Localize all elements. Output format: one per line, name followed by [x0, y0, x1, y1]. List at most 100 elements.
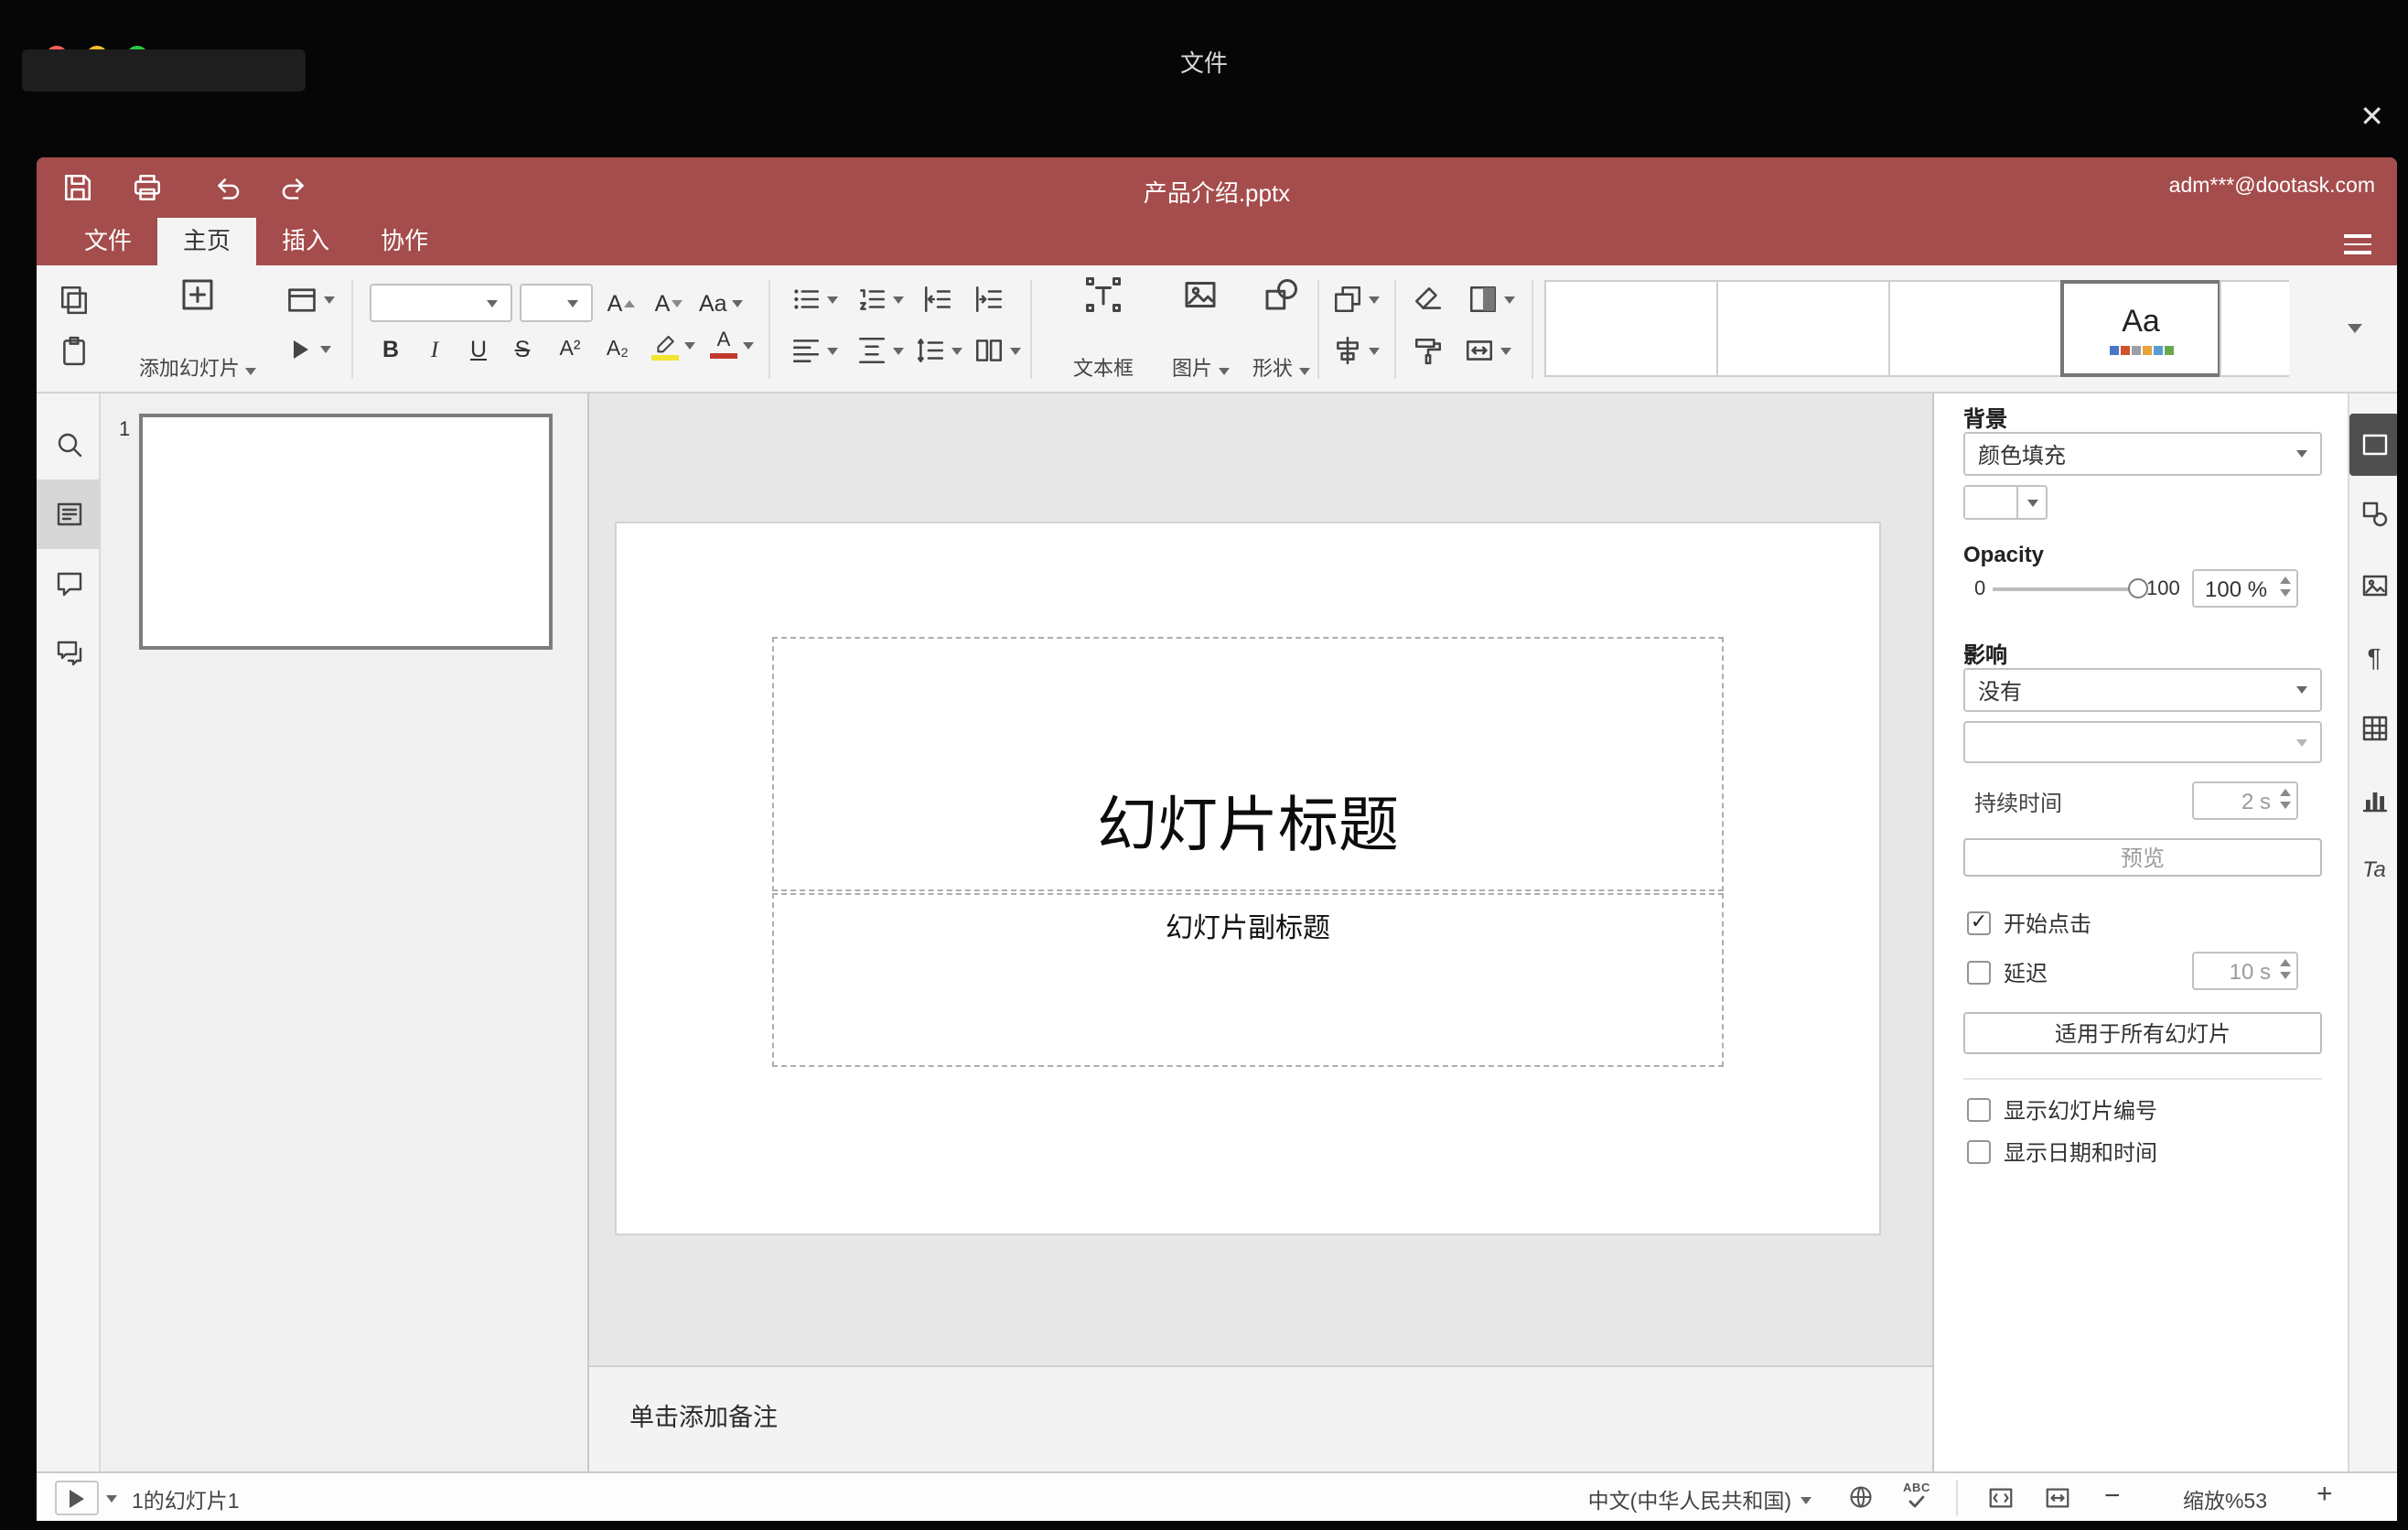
spellcheck-icon[interactable]: ABC [1903, 1482, 1930, 1508]
horizontal-align-button[interactable] [790, 335, 838, 366]
opacity-slider-knob[interactable] [2128, 578, 2148, 598]
delay-checkbox[interactable]: 延迟 [1967, 957, 2048, 988]
strikeout-button[interactable]: S [505, 331, 540, 368]
screen: 文件 ✕ 产品介绍.pptx adm***@dootask.com 文件 主页 [0, 0, 2408, 1530]
numbering-button[interactable] [856, 284, 904, 315]
spinner-arrows-icon[interactable] [2280, 959, 2291, 979]
font-size-select[interactable] [520, 284, 593, 322]
slides-panel-icon[interactable] [37, 479, 101, 549]
start-preview-button[interactable] [55, 1481, 99, 1515]
italic-button[interactable]: I [417, 331, 452, 368]
change-case-button[interactable]: Aa [699, 286, 744, 322]
theme-option-selected[interactable]: Aa [2060, 280, 2221, 377]
apply-to-all-slides-button[interactable]: 适用于所有幻灯片 [1963, 1012, 2322, 1054]
background-label: 背景 [1963, 406, 2008, 432]
arrange-shapes-button[interactable] [1332, 284, 1380, 315]
superscript-button[interactable]: A² [553, 331, 587, 368]
set-language-icon[interactable] [1848, 1484, 1874, 1510]
preview-button[interactable]: 预览 [1963, 838, 2322, 877]
spinner-arrows-icon[interactable] [2280, 789, 2291, 809]
account-label[interactable]: adm***@dootask.com [2169, 176, 2375, 198]
document-filename[interactable]: 产品介绍.pptx [37, 174, 2397, 209]
increase-indent-icon[interactable] [973, 284, 1005, 315]
theme-option[interactable] [2220, 280, 2289, 377]
tab-file[interactable]: 文件 [59, 218, 157, 265]
bold-button[interactable]: B [373, 331, 408, 368]
table-settings-icon[interactable] [2349, 694, 2397, 763]
align-shapes-button[interactable] [1332, 335, 1380, 366]
fit-to-width-icon[interactable] [2044, 1484, 2071, 1512]
slide[interactable]: 幻灯片标题 幻灯片副标题 [617, 523, 1879, 1234]
text-box-button[interactable]: 文本框 [1054, 276, 1153, 382]
copy-icon[interactable] [59, 284, 90, 315]
effect-type-select[interactable] [1963, 721, 2322, 763]
insert-image-button[interactable]: 图片 [1160, 276, 1241, 382]
comments-icon[interactable] [37, 549, 101, 619]
tab-home[interactable]: 主页 [157, 218, 257, 265]
chart-settings-icon[interactable] [2349, 765, 2397, 835]
decrease-font-button[interactable]: A [651, 286, 686, 322]
duration-input[interactable]: 2 s [2192, 781, 2298, 820]
vertical-align-button[interactable] [856, 335, 904, 366]
zoom-out-button[interactable]: − [2104, 1482, 2121, 1510]
zoom-in-button[interactable]: + [2317, 1481, 2333, 1508]
columns-button[interactable] [973, 335, 1021, 366]
slide-subtitle-placeholder[interactable]: 幻灯片副标题 [772, 893, 1724, 1067]
theme-gallery-expand-button[interactable] [2331, 280, 2379, 377]
slide-title-placeholder[interactable]: 幻灯片标题 [772, 637, 1724, 891]
background-fill-select[interactable]: 颜色填充 [1963, 432, 2322, 476]
decrease-indent-icon[interactable] [922, 284, 953, 315]
opacity-value-input[interactable]: 100 % [2192, 569, 2298, 608]
add-slide-button[interactable]: 添加幻灯片 [121, 276, 274, 382]
language-selector[interactable]: 中文(中华人民共和国) [1537, 1486, 1811, 1515]
checkmark-icon: ✓ [1970, 911, 1988, 933]
line-spacing-button[interactable] [915, 335, 962, 366]
theme-option[interactable] [1544, 280, 1718, 377]
hamburger-menu-icon[interactable] [2344, 234, 2371, 254]
slide-size-button[interactable] [1464, 335, 1511, 366]
bullets-button[interactable] [790, 284, 838, 315]
tab-collaboration[interactable]: 协作 [355, 218, 454, 265]
chat-icon[interactable] [37, 619, 101, 688]
effect-select[interactable]: 没有 [1963, 668, 2322, 712]
paste-icon[interactable] [59, 335, 90, 366]
clear-style-icon[interactable] [1413, 284, 1444, 315]
image-settings-icon[interactable] [2349, 551, 2397, 620]
divider [1963, 1078, 2322, 1080]
subscript-button[interactable]: A₂ [600, 331, 635, 368]
font-color-button[interactable]: A [710, 330, 754, 359]
opacity-label: Opacity [1963, 542, 2045, 567]
insert-shape-button[interactable]: 形状 [1241, 276, 1321, 382]
start-on-click-checkbox[interactable]: ✓ 开始点击 [1967, 908, 2091, 939]
toolbar: 添加幻灯片 A A Aa B I U S A² A₂ A 文本框 图片 形状 A… [37, 265, 2397, 393]
delay-label: 延迟 [2004, 961, 2048, 986]
slide-thumbnail[interactable] [139, 414, 553, 650]
slide-layout-button[interactable] [285, 284, 335, 317]
font-name-select[interactable] [370, 284, 512, 322]
text-art-settings-icon[interactable]: Ta [2349, 835, 2397, 904]
underline-button[interactable]: U [461, 331, 496, 368]
theme-palette [2109, 345, 2173, 354]
theme-option[interactable] [1716, 280, 1890, 377]
paragraph-settings-icon[interactable]: ¶ [2349, 622, 2397, 692]
increase-font-button[interactable]: A [604, 286, 639, 322]
show-slide-number-checkbox[interactable]: 显示幻灯片编号 [1967, 1094, 2157, 1126]
notes-area[interactable]: 单击添加备注 [589, 1365, 1932, 1471]
tab-insert[interactable]: 插入 [256, 218, 355, 265]
search-icon[interactable] [37, 410, 101, 479]
spinner-arrows-icon[interactable] [2280, 576, 2291, 597]
fill-color-picker[interactable] [1963, 485, 2048, 520]
show-date-time-checkbox[interactable]: 显示日期和时间 [1967, 1137, 2157, 1168]
shape-fill-button[interactable] [1467, 284, 1515, 315]
copy-style-icon[interactable] [1413, 335, 1444, 366]
highlight-color-button[interactable] [651, 331, 695, 361]
shape-settings-icon[interactable] [2349, 479, 2397, 549]
opacity-slider-track[interactable] [1993, 578, 2148, 598]
start-slideshow-button[interactable] [285, 335, 331, 364]
close-icon[interactable]: ✕ [2360, 103, 2384, 134]
delay-input[interactable]: 10 s [2192, 952, 2298, 990]
slide-settings-icon[interactable] [2349, 414, 2397, 476]
fit-to-slide-icon[interactable] [1987, 1484, 2015, 1512]
theme-option[interactable] [1888, 280, 2062, 377]
chevron-down-icon[interactable] [106, 1495, 117, 1503]
